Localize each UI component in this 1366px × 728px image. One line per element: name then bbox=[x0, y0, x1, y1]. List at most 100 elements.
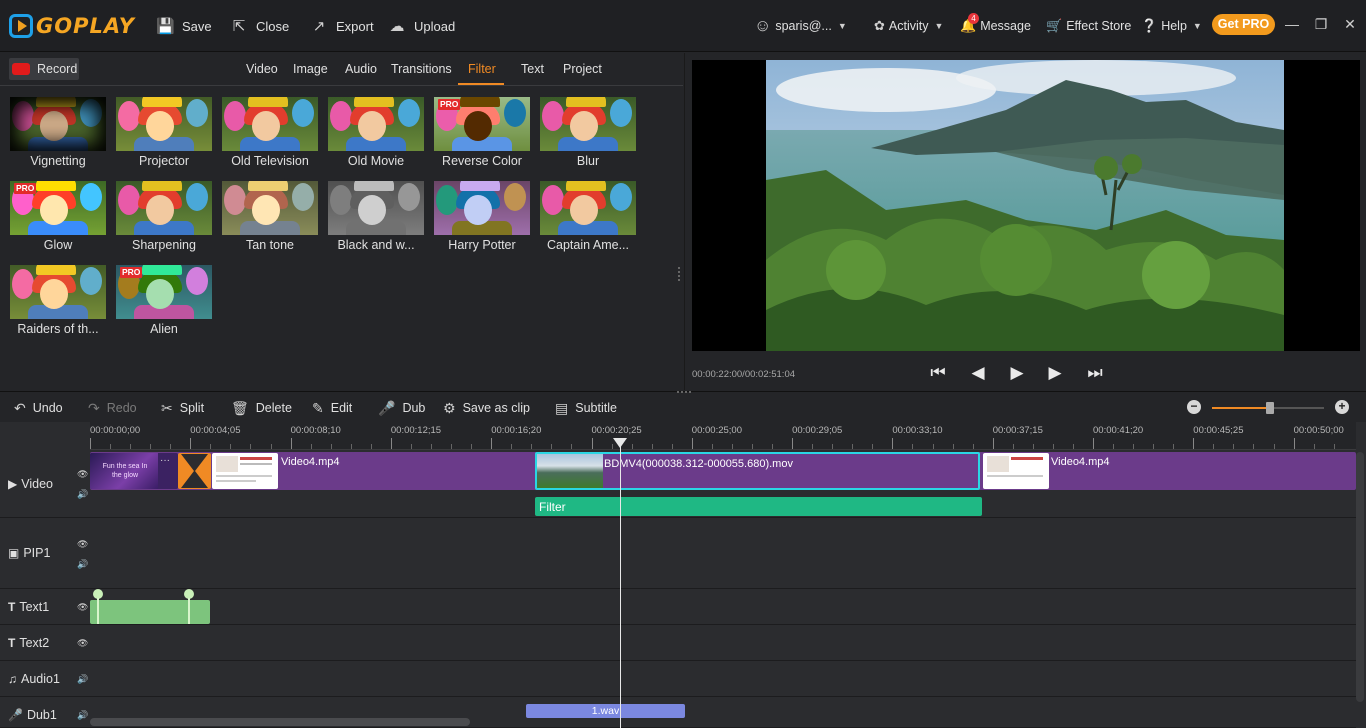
help-label: Help bbox=[1161, 19, 1187, 33]
filter-item[interactable]: Vignetting bbox=[10, 97, 106, 175]
filter-item[interactable]: PRO Glow bbox=[10, 181, 106, 259]
tab-filter[interactable]: Filter bbox=[468, 62, 496, 76]
filter-item[interactable]: Projector bbox=[116, 97, 212, 175]
dub-button[interactable]: 🎤 Dub bbox=[378, 399, 425, 417]
track-pip1[interactable] bbox=[90, 519, 1356, 589]
message-button[interactable]: 🔔 4 Message bbox=[960, 13, 1031, 36]
filter-clip[interactable]: Filter bbox=[535, 497, 982, 516]
filter-item[interactable]: PRO Alien bbox=[116, 265, 212, 343]
zoom-slider-handle[interactable] bbox=[1266, 402, 1275, 414]
window-close-icon[interactable]: ✕ bbox=[1341, 15, 1359, 33]
ruler-minor-tick bbox=[551, 444, 553, 449]
play-icon[interactable]: ▶ bbox=[1005, 361, 1029, 385]
eye-icon[interactable]: 👁 bbox=[77, 602, 88, 612]
ruler-minor-tick bbox=[1153, 444, 1155, 449]
track-text2[interactable] bbox=[90, 626, 1356, 661]
close-button[interactable]: ⇱ Close bbox=[230, 15, 290, 37]
filter-thumbnail bbox=[10, 265, 106, 319]
filter-item[interactable]: Black and w... bbox=[328, 181, 424, 259]
ruler-minor-tick bbox=[330, 444, 332, 449]
transition-block[interactable] bbox=[178, 453, 211, 489]
effect-store-button[interactable]: 🛒 Effect Store bbox=[1046, 16, 1131, 36]
help-menu[interactable]: ❔ Help ▼ bbox=[1141, 16, 1202, 36]
ruler-minor-tick bbox=[731, 444, 733, 449]
volume-icon[interactable]: 🔊 bbox=[77, 710, 88, 720]
delete-button[interactable]: 🗑 Delete bbox=[231, 399, 292, 417]
filter-item[interactable]: Captain Ame... bbox=[540, 181, 636, 259]
timeline-resize-handle[interactable] bbox=[677, 391, 691, 394]
filter-item[interactable]: Tan tone bbox=[222, 181, 318, 259]
timeline-ruler[interactable]: 00:00:00;00 00:00:04;05 00:00:08;10 00:00:1… bbox=[90, 422, 1356, 450]
filter-item[interactable]: Old Movie bbox=[328, 97, 424, 175]
ruler-minor-tick bbox=[671, 444, 673, 449]
volume-icon[interactable]: 🔊 bbox=[77, 674, 88, 684]
step-back-icon[interactable]: ◀‎ bbox=[966, 361, 990, 385]
subtitle-button[interactable]: ▤ Subtitle bbox=[555, 399, 617, 417]
save-as-clip-button[interactable]: ⚙ Save as clip bbox=[443, 399, 530, 417]
intro-clip[interactable]: Fun the sea In the glow ··· bbox=[90, 453, 178, 489]
tab-image[interactable]: Image bbox=[293, 62, 328, 76]
filter-thumbnail bbox=[116, 181, 212, 235]
ruler-minor-tick bbox=[471, 444, 473, 449]
playhead[interactable] bbox=[620, 438, 621, 728]
eye-icon[interactable]: 👁 bbox=[77, 539, 88, 549]
user-menu[interactable]: ☺ sparis@... ▼ bbox=[754, 16, 847, 36]
save-button[interactable]: 💾 Save bbox=[156, 15, 212, 37]
tab-project[interactable]: Project bbox=[563, 62, 602, 76]
text-track-icon: T bbox=[8, 600, 16, 614]
restore-icon[interactable]: ❐ bbox=[1312, 15, 1330, 33]
tab-audio[interactable]: Audio bbox=[345, 62, 377, 76]
filter-item[interactable]: Harry Potter bbox=[434, 181, 530, 259]
timeline: 00:00:00;00 00:00:04;05 00:00:08;10 00:00:1… bbox=[0, 422, 1366, 728]
ruler-minor-tick bbox=[511, 444, 513, 449]
export-button[interactable]: ↗ Export bbox=[310, 15, 374, 37]
upload-label: Upload bbox=[414, 18, 456, 34]
timeline-horizontal-scrollbar[interactable] bbox=[90, 718, 470, 726]
timeline-vertical-scrollbar[interactable] bbox=[1356, 452, 1364, 702]
more-icon[interactable]: ··· bbox=[160, 455, 170, 466]
skip-back-icon[interactable]: ⏮ bbox=[926, 361, 950, 385]
undo-button[interactable]: ↶ Undo bbox=[14, 399, 63, 417]
ruler-major-tick bbox=[290, 438, 292, 449]
tab-video[interactable]: Video bbox=[246, 62, 278, 76]
track-text1 bbox=[90, 589, 1356, 625]
ruler-time-label: 00:00:12;15 bbox=[390, 425, 442, 436]
selected-video-clip[interactable]: BDMV4(000038.312-000055.680).mov bbox=[535, 452, 980, 490]
subtitle-label: Subtitle bbox=[575, 401, 617, 415]
ruler-minor-tick bbox=[1012, 444, 1014, 449]
zoom-slider-fill bbox=[1212, 407, 1271, 409]
save-as-clip-label: Save as clip bbox=[462, 401, 530, 415]
split-button[interactable]: ✂ Split bbox=[161, 399, 204, 417]
zoom-in-icon[interactable]: + bbox=[1335, 400, 1349, 414]
ruler-major-tick bbox=[992, 438, 994, 449]
activity-menu[interactable]: ✿ Activity ▼ bbox=[874, 16, 943, 36]
record-button[interactable]: Record bbox=[9, 58, 79, 80]
step-forward-icon[interactable]: ▶ bbox=[1043, 361, 1067, 385]
filter-item[interactable]: Raiders of th... bbox=[10, 265, 106, 343]
volume-icon[interactable]: 🔊 bbox=[77, 559, 88, 569]
save-label: Save bbox=[182, 18, 212, 34]
edit-button[interactable]: ✎ Edit bbox=[312, 399, 352, 417]
keyframe-line bbox=[97, 598, 99, 624]
tab-transitions[interactable]: Transitions bbox=[391, 62, 452, 76]
film-reel-icon: ⚙ bbox=[443, 399, 456, 416]
filter-item[interactable]: PRO Reverse Color bbox=[434, 97, 530, 175]
filter-item[interactable]: Sharpening bbox=[116, 181, 212, 259]
tab-text[interactable]: Text bbox=[521, 62, 544, 76]
upload-button[interactable]: ☁ Upload bbox=[388, 15, 456, 37]
skip-forward-icon[interactable]: ⏭ bbox=[1083, 361, 1107, 385]
track-audio1[interactable] bbox=[90, 662, 1356, 697]
zoom-out-icon[interactable]: − bbox=[1187, 400, 1201, 414]
dub-clip[interactable]: 1.wav bbox=[526, 704, 685, 718]
panel-resize-handle[interactable] bbox=[678, 267, 681, 281]
eye-icon[interactable]: 👁 bbox=[77, 469, 88, 479]
minimize-icon[interactable]: — bbox=[1283, 15, 1301, 33]
get-pro-button[interactable]: Get PRO bbox=[1212, 14, 1275, 35]
redo-button[interactable]: ↷ Redo bbox=[88, 399, 137, 417]
filter-item[interactable]: Old Television bbox=[222, 97, 318, 175]
eye-icon[interactable]: 👁 bbox=[77, 638, 88, 648]
text-clip[interactable] bbox=[90, 600, 210, 624]
clip-label-video4-first: Video4.mp4 bbox=[281, 456, 340, 468]
volume-icon[interactable]: 🔊 bbox=[77, 489, 88, 499]
filter-item[interactable]: Blur bbox=[540, 97, 636, 175]
